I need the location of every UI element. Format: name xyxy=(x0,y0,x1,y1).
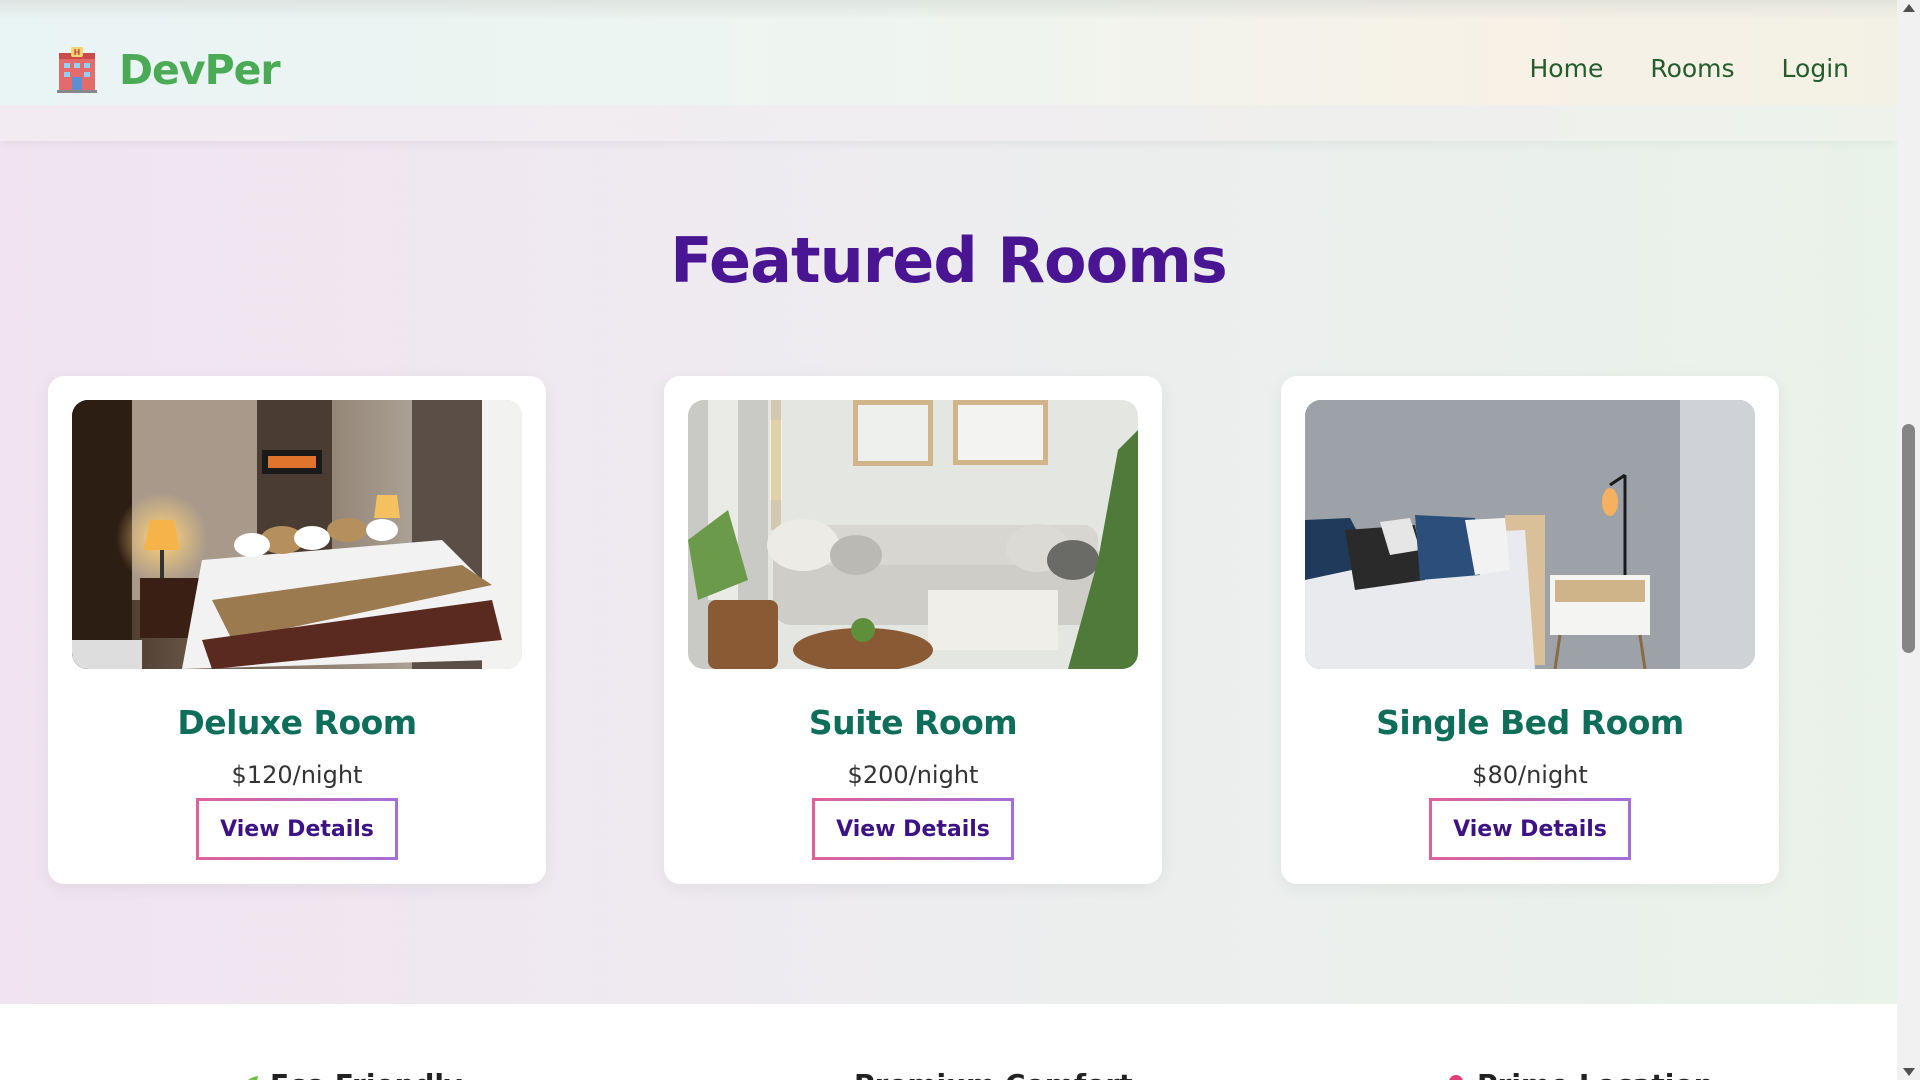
scroll-up-arrow-icon[interactable] xyxy=(1903,4,1915,12)
suite-living-room-photo xyxy=(688,400,1138,669)
view-details-button[interactable]: View Details xyxy=(812,798,1014,860)
logo-link[interactable]: H DevPer xyxy=(55,46,281,94)
header-lower-band xyxy=(0,105,1897,141)
section-title: Featured Rooms xyxy=(670,224,1228,297)
nav-home[interactable]: Home xyxy=(1530,54,1604,83)
room-card-suite: Suite Room $200/night View Details xyxy=(664,376,1162,884)
room-price: $80/night xyxy=(1472,761,1588,789)
bed-icon xyxy=(823,1079,826,1080)
feature-label: Eco Friendly xyxy=(270,1068,462,1080)
room-price: $200/night xyxy=(847,761,979,789)
main-nav: Home Rooms Login xyxy=(1530,54,1850,83)
deluxe-bedroom-photo xyxy=(72,400,522,669)
single-bedroom-photo xyxy=(1305,400,1755,669)
svg-text:H: H xyxy=(74,48,81,57)
scroll-down-arrow-icon[interactable] xyxy=(1903,1068,1915,1076)
room-image xyxy=(72,400,522,669)
nav-rooms[interactable]: Rooms xyxy=(1650,54,1734,83)
site-header: H DevPer Home Rooms Login xyxy=(0,0,1897,141)
scroll-thumb[interactable] xyxy=(1902,424,1915,653)
room-card-single: Single Bed Room $80/night View Details xyxy=(1281,376,1779,884)
leaf-icon xyxy=(247,1075,258,1080)
nav-login[interactable]: Login xyxy=(1782,54,1849,83)
room-title: Single Bed Room xyxy=(1376,703,1684,742)
hotel-icon: H xyxy=(57,47,97,93)
view-details-button[interactable]: View Details xyxy=(196,798,398,860)
feature-eco: Eco Friendly xyxy=(238,1068,462,1080)
room-title: Suite Room xyxy=(808,703,1018,742)
room-image xyxy=(1305,400,1755,669)
header-top-fade xyxy=(0,0,1897,20)
page-scrollbar[interactable] xyxy=(1897,0,1920,1080)
room-price: $120/night xyxy=(231,761,363,789)
room-title: Deluxe Room xyxy=(177,703,417,742)
room-card-deluxe: Deluxe Room $120/night View Details xyxy=(48,376,546,884)
room-image xyxy=(688,400,1138,669)
view-details-button[interactable]: View Details xyxy=(1429,798,1631,860)
pin-icon xyxy=(1449,1074,1463,1080)
brand-name: DevPer xyxy=(119,46,281,94)
feature-comfort: Premium Comfort xyxy=(822,1068,1133,1080)
feature-label: Prime Location xyxy=(1477,1068,1714,1080)
features-section: Eco Friendly Premium Comfort Prime Locat… xyxy=(0,1004,1897,1080)
feature-location: Prime Location xyxy=(1445,1068,1714,1080)
feature-label: Premium Comfort xyxy=(854,1068,1133,1080)
